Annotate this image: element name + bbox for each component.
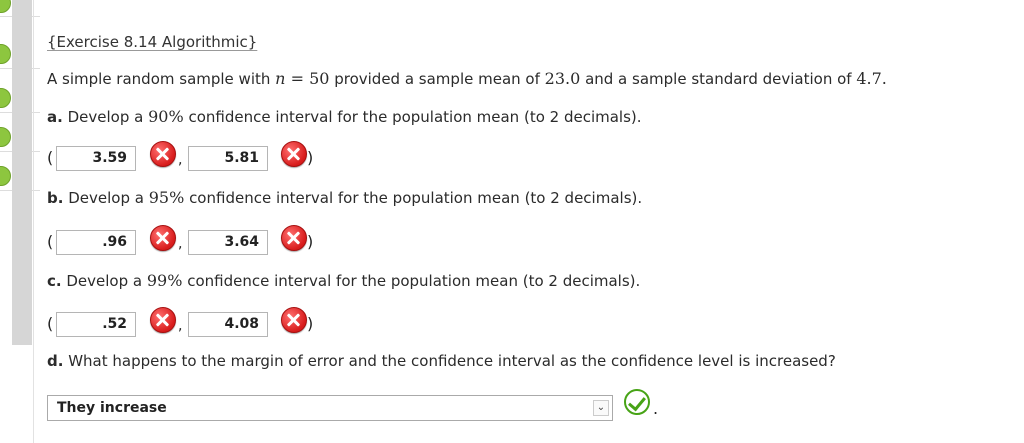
open-paren: ( <box>47 148 54 167</box>
intro-middle: provided a sample mean of <box>334 70 540 88</box>
question-status-icon[interactable] <box>0 0 11 13</box>
x-circle-icon <box>150 307 176 333</box>
lower-bound-input-b[interactable]: .96 <box>56 230 136 255</box>
lower-bound-input-c[interactable]: .52 <box>56 312 136 337</box>
chevron-down-icon[interactable]: ⌄ <box>593 400 609 416</box>
problem-statement: A simple random sample with n = 50 provi… <box>47 69 887 88</box>
sample-size: n = 50 <box>275 69 330 88</box>
question-status-icon[interactable] <box>0 88 11 108</box>
exercise-title: {Exercise 8.14 Algorithmic} <box>47 33 258 51</box>
confidence-level: 90% <box>148 107 184 126</box>
scrollbar[interactable] <box>12 0 32 345</box>
upper-bound-input-b[interactable]: 3.64 <box>188 230 268 255</box>
comma: , <box>178 318 183 334</box>
x-circle-icon <box>281 225 307 251</box>
question-status-icon[interactable] <box>0 166 11 186</box>
intro-prefix: A simple random sample with <box>47 70 271 88</box>
question-status-icon[interactable] <box>0 127 11 147</box>
check-circle-icon <box>624 389 650 415</box>
part-a-question: a. Develop a 90% confidence interval for… <box>47 107 642 126</box>
x-circle-icon <box>150 141 176 167</box>
question-panel: {Exercise 8.14 Algorithmic} A simple ran… <box>47 0 1007 443</box>
close-paren: ) <box>307 314 314 333</box>
intro-between: and a sample standard deviation of <box>585 70 852 88</box>
answer-dropdown[interactable]: They increase <box>47 395 613 421</box>
lower-bound-input-a[interactable]: 3.59 <box>56 146 136 171</box>
x-circle-icon <box>281 141 307 167</box>
comma: , <box>178 152 183 168</box>
upper-bound-input-a[interactable]: 5.81 <box>188 146 268 171</box>
period: . <box>653 399 659 418</box>
question-nav-rail <box>0 0 40 443</box>
close-paren: ) <box>307 148 314 167</box>
question-status-icon[interactable] <box>0 44 11 64</box>
upper-bound-input-c[interactable]: 4.08 <box>188 312 268 337</box>
part-b-question: b. Develop a 95% confidence interval for… <box>47 188 643 207</box>
comma: , <box>178 236 183 252</box>
confidence-level: 95% <box>148 188 185 207</box>
x-circle-icon <box>150 225 176 251</box>
open-paren: ( <box>47 314 54 333</box>
part-c-question: c. Develop a 99% confidence interval for… <box>47 271 641 290</box>
panel-divider <box>33 0 34 443</box>
confidence-level: 99% <box>146 271 183 290</box>
x-circle-icon <box>281 307 307 333</box>
sample-mean: 23.0 <box>544 69 581 88</box>
part-d-question: d. What happens to the margin of error a… <box>47 352 836 370</box>
open-paren: ( <box>47 232 54 251</box>
sample-sd: 4.7. <box>856 69 887 88</box>
close-paren: ) <box>307 232 314 251</box>
